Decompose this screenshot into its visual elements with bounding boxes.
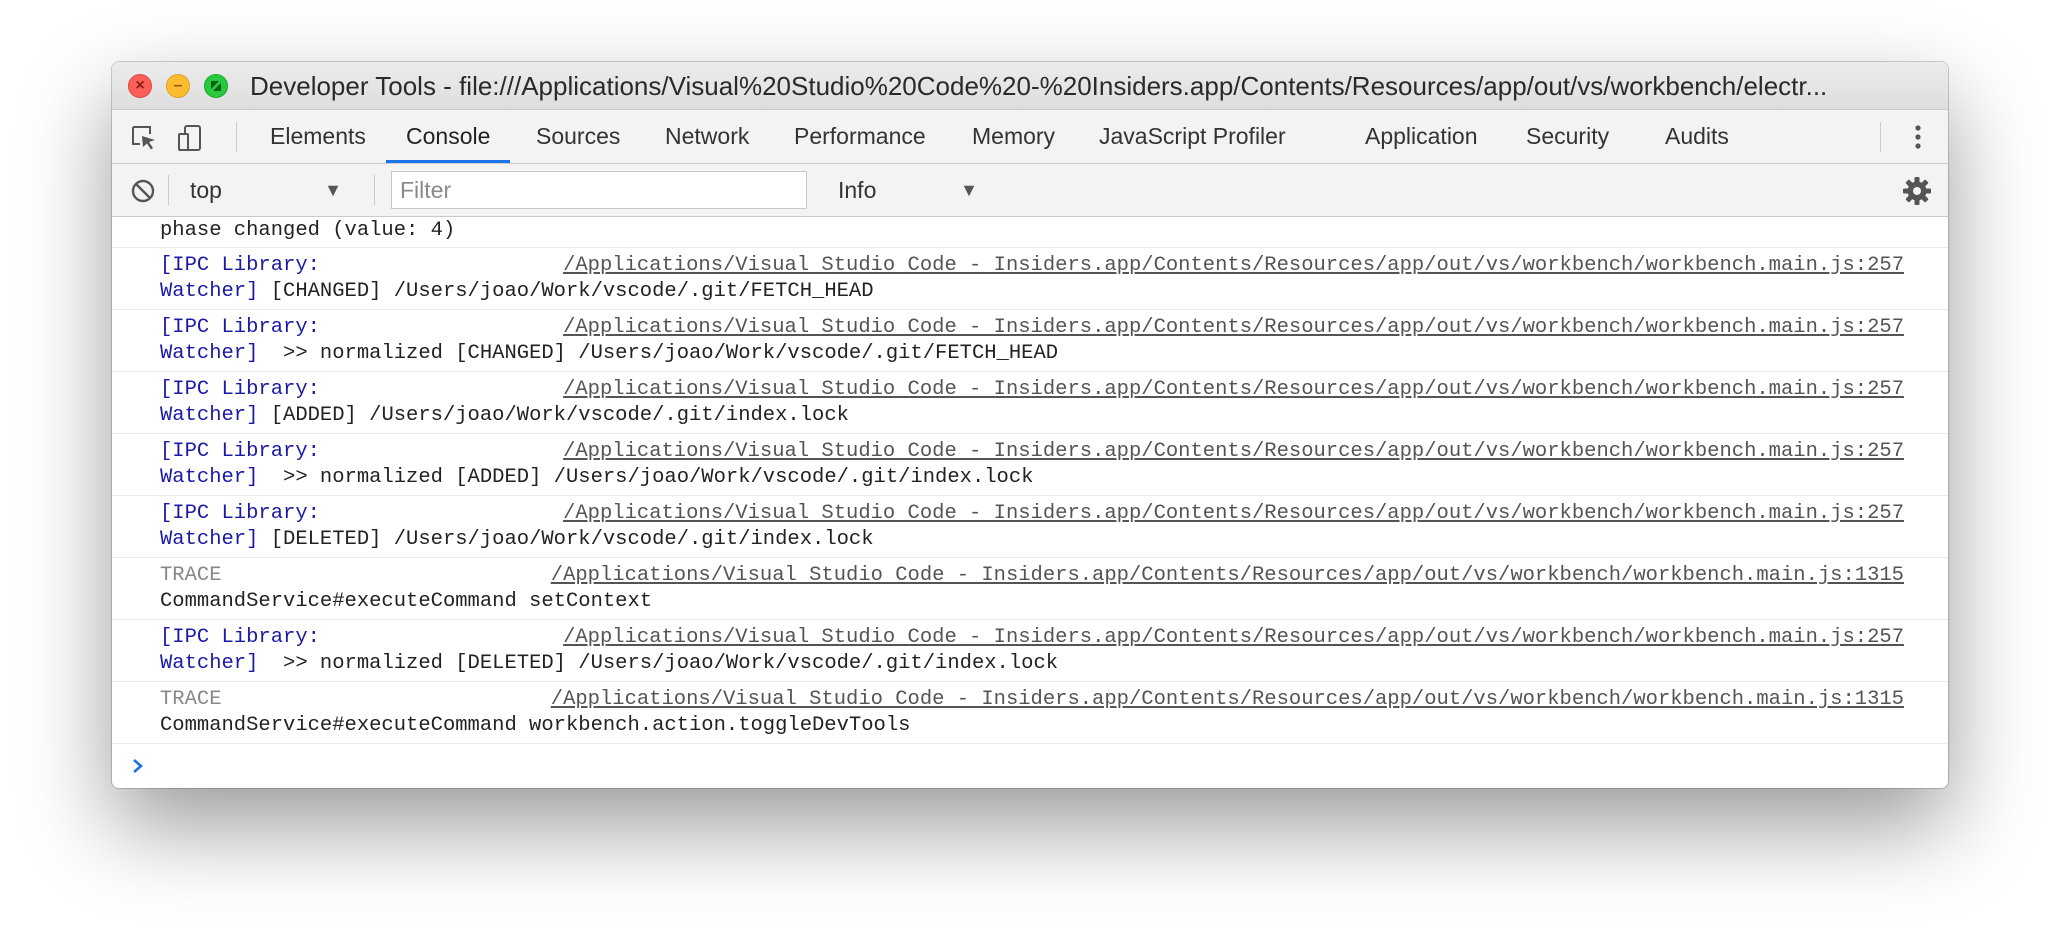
message-text: [ADDED] /Users/joao/Work/vscode/.git/ind… — [258, 404, 849, 427]
console-message: phase changed (value: 4) — [112, 217, 1948, 248]
close-button[interactable]: × — [128, 74, 152, 98]
tab-label: Elements — [270, 123, 366, 149]
console-prompt[interactable] — [112, 744, 1948, 788]
source-link[interactable]: /Applications/Visual Studio Code - Insid… — [551, 563, 1904, 589]
tab-sources[interactable]: Sources — [536, 110, 620, 163]
tab-javascript-profiler[interactable]: JavaScript Profiler — [1099, 110, 1286, 163]
context-value: top — [190, 177, 222, 203]
title-bar[interactable]: × – Developer Tools - file:///Applicatio… — [112, 62, 1948, 110]
tab-elements[interactable]: Elements — [270, 110, 366, 163]
tab-audits[interactable]: Audits — [1665, 110, 1729, 163]
message-tag: [IPC Library: — [160, 440, 320, 463]
tab-label: JavaScript Profiler — [1099, 123, 1286, 149]
close-icon: × — [135, 77, 145, 94]
more-vertical-icon[interactable] — [1908, 122, 1928, 152]
tab-label: Console — [406, 123, 491, 149]
message-body: Watcher] >> normalized [DELETED] /Users/… — [160, 651, 1058, 677]
tab-label: Memory — [972, 123, 1056, 149]
message-body: Watcher] [ADDED] /Users/joao/Work/vscode… — [160, 403, 849, 429]
message-body: Watcher] [CHANGED] /Users/joao/Work/vsco… — [160, 279, 874, 305]
chevron-right-icon — [133, 759, 143, 773]
message-tag-cont: Watcher] — [160, 466, 259, 489]
message-body: Watcher] >> normalized [ADDED] /Users/jo… — [160, 465, 1033, 491]
tab-application[interactable]: Application — [1365, 110, 1478, 163]
toolbar-divider — [168, 175, 169, 205]
message-tag-cont: Watcher] — [160, 652, 259, 675]
toolbar-divider — [374, 175, 375, 205]
devtools-window: × – Developer Tools - file:///Applicatio… — [112, 62, 1948, 788]
console-message: [IPC Library: /Applications/Visual Studi… — [112, 434, 1948, 496]
console-message: TRACE /Applications/Visual Studio Code -… — [112, 558, 1948, 620]
source-link[interactable]: /Applications/Visual Studio Code - Insid… — [563, 253, 1904, 279]
maximize-button[interactable] — [204, 74, 228, 98]
source-link[interactable]: /Applications/Visual Studio Code - Insid… — [563, 439, 1904, 465]
console-output[interactable]: phase changed (value: 4) [IPC Library: /… — [112, 217, 1948, 788]
tab-label: Security — [1526, 123, 1610, 149]
console-message: [IPC Library: /Applications/Visual Studi… — [112, 372, 1948, 434]
toolbar-divider — [236, 122, 237, 152]
message-text: CommandService#executeCommand setContext — [160, 590, 653, 613]
dropdown-arrow-icon: ▼ — [960, 180, 978, 200]
trace-tag: TRACE — [160, 564, 222, 587]
message-text: [CHANGED] /Users/joao/Work/vscode/.git/F… — [258, 280, 874, 303]
maximize-icon — [211, 81, 221, 91]
message-text: >> normalized [ADDED] /Users/joao/Work/v… — [258, 466, 1034, 489]
message-text: phase changed (value: 4) — [160, 219, 456, 242]
console-message: [IPC Library: /Applications/Visual Studi… — [112, 310, 1948, 372]
message-body: Watcher] [DELETED] /Users/joao/Work/vsco… — [160, 527, 874, 553]
message-tag-cont: Watcher] — [160, 342, 259, 365]
execution-context-select[interactable]: top ▼ — [178, 172, 348, 208]
log-level-value: Info — [838, 177, 877, 203]
tab-label: Application — [1365, 123, 1478, 149]
console-toolbar: top ▼ Info ▼ — [112, 164, 1948, 217]
message-tag: [IPC Library: — [160, 254, 320, 277]
filter-input[interactable] — [391, 171, 807, 209]
message-text: [DELETED] /Users/joao/Work/vscode/.git/i… — [258, 528, 874, 551]
tab-label: Performance — [794, 123, 926, 149]
message-tag: [IPC Library: — [160, 626, 320, 649]
tab-memory[interactable]: Memory — [972, 110, 1055, 163]
source-link[interactable]: /Applications/Visual Studio Code - Insid… — [551, 687, 1904, 713]
message-text: >> normalized [CHANGED] /Users/joao/Work… — [258, 342, 1059, 365]
gear-icon[interactable] — [1902, 176, 1932, 206]
console-message: TRACE /Applications/Visual Studio Code -… — [112, 682, 1948, 744]
tab-performance[interactable]: Performance — [794, 110, 926, 163]
minimize-button[interactable]: – — [166, 74, 190, 98]
source-link[interactable]: /Applications/Visual Studio Code - Insid… — [563, 315, 1904, 341]
message-text: >> normalized [DELETED] /Users/joao/Work… — [258, 652, 1059, 675]
inspect-element-icon[interactable] — [130, 124, 158, 152]
toolbar-divider — [1880, 122, 1881, 152]
tab-label: Network — [665, 123, 750, 149]
source-link[interactable]: /Applications/Visual Studio Code - Insid… — [563, 377, 1904, 403]
tab-network[interactable]: Network — [665, 110, 749, 163]
message-body: Watcher] >> normalized [CHANGED] /Users/… — [160, 341, 1058, 367]
minimize-icon: – — [173, 77, 183, 94]
message-text: CommandService#executeCommand workbench.… — [160, 714, 911, 737]
console-message: [IPC Library: /Applications/Visual Studi… — [112, 248, 1948, 310]
log-level-select[interactable]: Info ▼ — [824, 172, 984, 208]
tab-label: Audits — [1665, 123, 1729, 149]
source-link[interactable]: /Applications/Visual Studio Code - Insid… — [563, 501, 1904, 527]
tab-console[interactable]: Console — [386, 110, 511, 163]
message-tag: [IPC Library: — [160, 502, 320, 525]
message-tag-cont: Watcher] — [160, 528, 259, 551]
console-message: [IPC Library: /Applications/Visual Studi… — [112, 620, 1948, 682]
tab-security[interactable]: Security — [1526, 110, 1609, 163]
active-tab-indicator — [386, 160, 511, 163]
window-title: Developer Tools - file:///Applications/V… — [250, 71, 1828, 101]
source-link[interactable]: /Applications/Visual Studio Code - Insid… — [563, 625, 1904, 651]
device-toolbar-icon[interactable] — [176, 124, 204, 152]
trace-tag: TRACE — [160, 688, 222, 711]
panel-tab-bar: Elements Console Sources Network Perform… — [112, 110, 1948, 164]
message-tag: [IPC Library: — [160, 378, 320, 401]
console-message: [IPC Library: /Applications/Visual Studi… — [112, 496, 1948, 558]
dropdown-arrow-icon: ▼ — [324, 180, 342, 200]
message-tag-cont: Watcher] — [160, 404, 259, 427]
clear-console-icon[interactable] — [130, 178, 156, 204]
message-tag-cont: Watcher] — [160, 280, 259, 303]
message-tag: [IPC Library: — [160, 316, 320, 339]
tab-label: Sources — [536, 123, 621, 149]
